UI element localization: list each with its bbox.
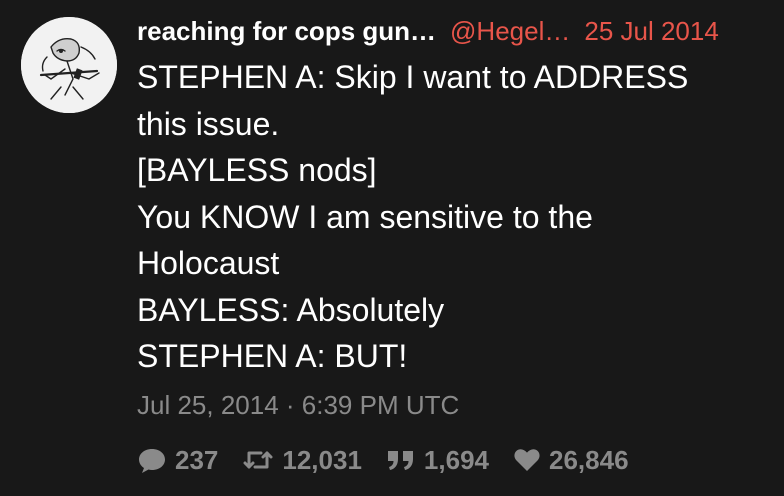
retweet-stat[interactable]: 12,031	[242, 445, 362, 476]
tweet-stats: 237 12,031 1,694 26,846	[137, 440, 653, 480]
tweet-date-link[interactable]: 25 Jul 2014	[584, 16, 718, 47]
display-name[interactable]: reaching for cops gun…	[137, 16, 436, 47]
like-stat[interactable]: 26,846	[513, 445, 629, 476]
tweet-text-line: STEPHEN A: Skip I want to ADDRESS	[137, 59, 689, 95]
avatar[interactable]	[21, 17, 117, 113]
tweet-text-line: BAYLESS: Absolutely	[137, 291, 445, 328]
avatar-sketch-icon	[21, 17, 117, 113]
retweet-icon	[243, 451, 273, 469]
tweet-text-line: STEPHEN A: BUT!	[137, 338, 408, 374]
quote-stat[interactable]: 1,694	[386, 445, 489, 476]
tweet-text: STEPHEN A: Skip I want to ADDRESS this i…	[137, 54, 770, 380]
heart-icon	[514, 449, 540, 471]
tweet-text-line: this issue.	[137, 105, 280, 142]
tweet-text-line: [BAYLESS nods]	[137, 152, 377, 188]
comment-icon	[139, 449, 165, 473]
retweet-count: 12,031	[282, 444, 362, 475]
tweet-text-line: Holocaust	[137, 245, 280, 281]
like-count: 26,846	[549, 444, 629, 475]
tweet-timestamp[interactable]: Jul 25, 2014 · 6:39 PM UTC	[137, 390, 459, 421]
user-handle[interactable]: @Hegel…	[450, 16, 570, 47]
tweet-header: reaching for cops gun… @Hegel… 25 Jul 20…	[137, 14, 762, 48]
reply-stat[interactable]: 237	[137, 445, 218, 476]
tweet-card: reaching for cops gun… @Hegel… 25 Jul 20…	[0, 0, 784, 496]
reply-count: 237	[175, 444, 219, 475]
quote-icon	[387, 451, 413, 470]
quote-count: 1,694	[423, 444, 489, 475]
tweet-text-line: You KNOW I am sensitive to the	[137, 198, 593, 235]
